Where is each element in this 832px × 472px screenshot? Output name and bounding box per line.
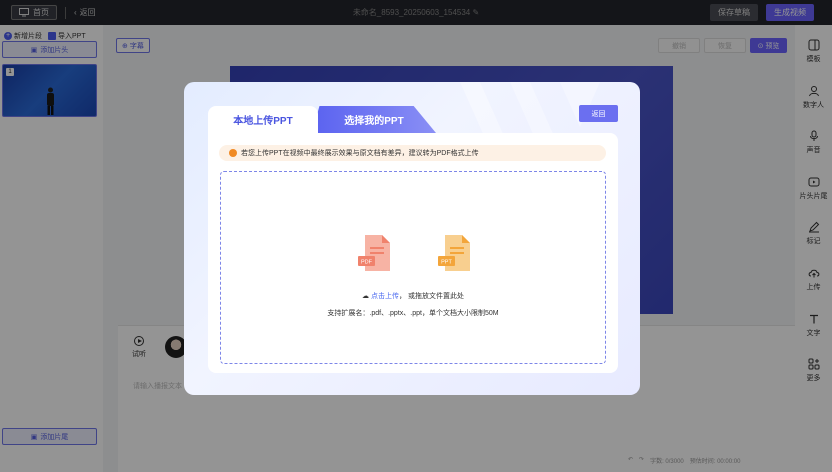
upload-panel: 若您上传PPT在视频中最终展示效果与原文档有差异，建议转为PDF格式上传 PDF — [208, 133, 618, 373]
tab-local-upload[interactable]: 本地上传PPT — [208, 106, 318, 133]
upload-cloud-icon: ☁ — [362, 293, 371, 300]
lightbulb-icon — [229, 149, 237, 157]
notice-banner: 若您上传PPT在视频中最终展示效果与原文档有差异，建议转为PDF格式上传 — [219, 145, 606, 161]
upload-dropzone[interactable]: PDF PPT ☁ 点击上传， 或拖放文件置此处 支持扩展名：.pdf、.ppt… — [220, 171, 606, 364]
supported-formats: 支持扩展名：.pdf、.pptx、.ppt，单个文档大小限制50M — [327, 310, 499, 317]
click-upload-link[interactable]: 点击上传 — [371, 293, 399, 300]
drag-hint: ， 或拖放文件置此处 — [399, 293, 464, 300]
notice-text: 若您上传PPT在视频中最终展示效果与原文档有差异，建议转为PDF格式上传 — [241, 150, 479, 157]
upload-instruction: ☁ 点击上传， 或拖放文件置此处 — [221, 291, 605, 301]
tab-choose-my-ppt[interactable]: 选择我的PPT — [312, 106, 436, 133]
upload-ppt-dialog: 选择我的PPT 本地上传PPT 返回 若您上传PPT在视频中最终展示效果与原文档… — [184, 82, 640, 395]
ppt-file-icon: PPT — [438, 235, 470, 271]
svg-text:PPT: PPT — [441, 260, 452, 266]
pdf-file-icon: PDF — [358, 235, 390, 271]
return-button[interactable]: 返回 — [579, 105, 618, 122]
file-type-icons: PDF PPT — [357, 234, 473, 272]
svg-text:PDF: PDF — [361, 260, 373, 266]
